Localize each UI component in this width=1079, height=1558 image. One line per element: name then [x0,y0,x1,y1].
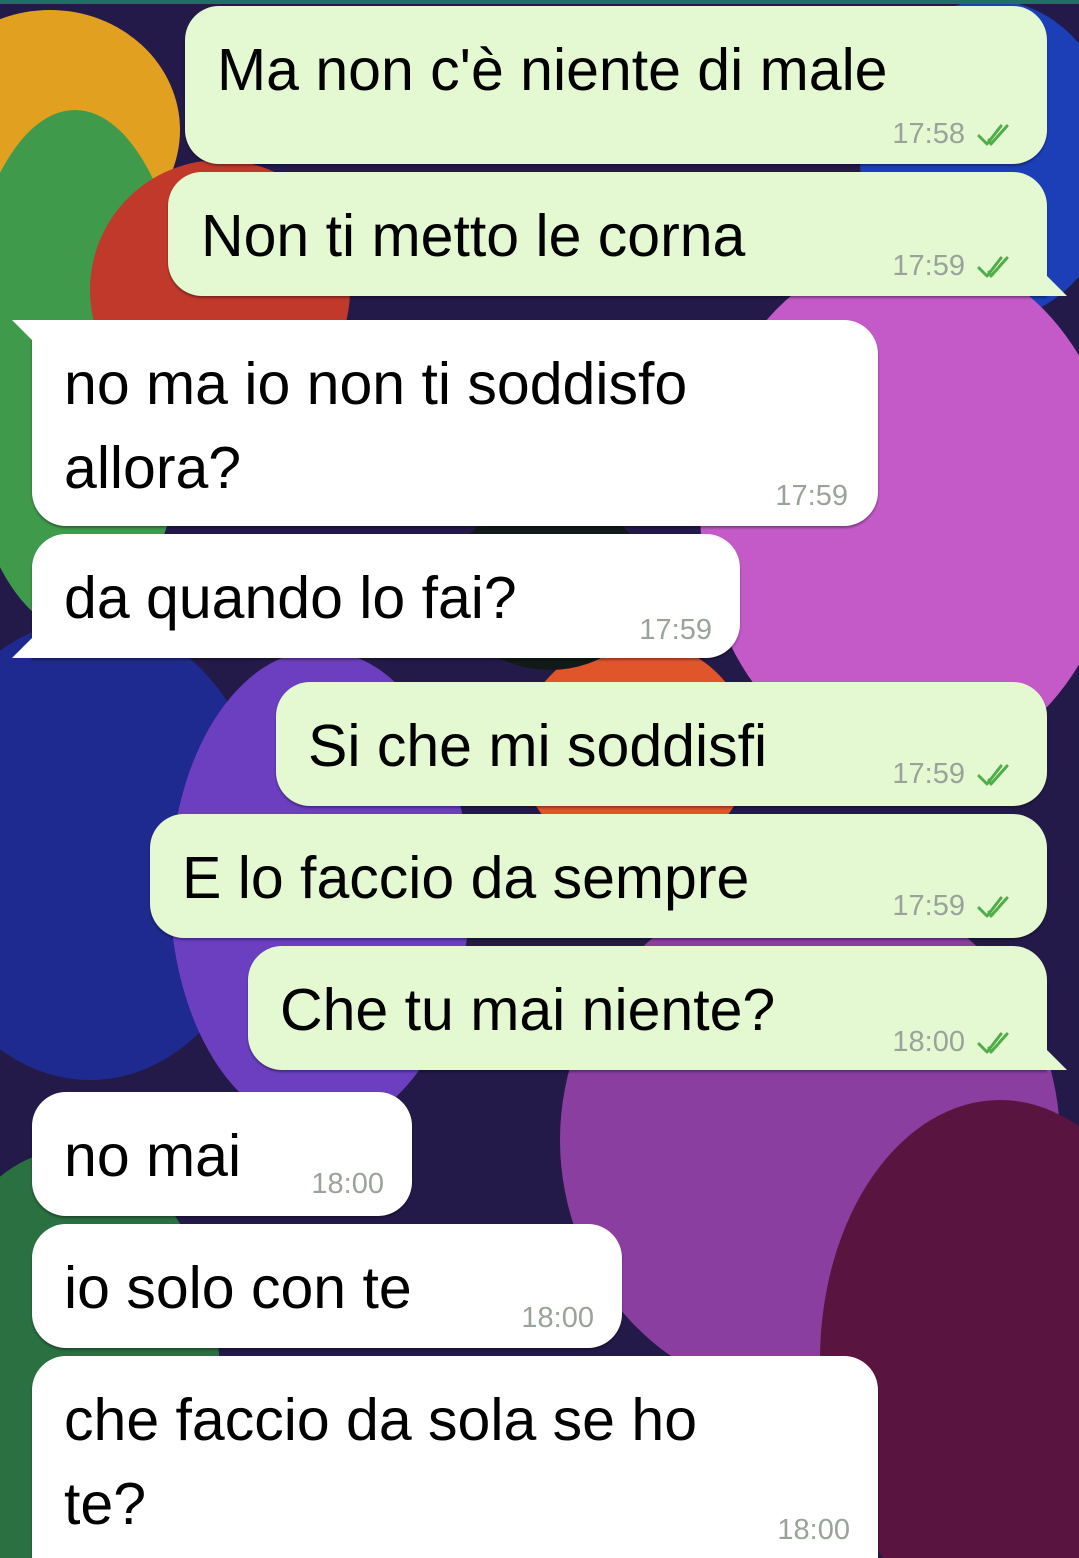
message-text: io solo con te [64,1255,412,1321]
message-bubble-outgoing[interactable]: Che tu mai niente? 18:00 [248,946,1047,1070]
header-edge [0,0,1079,4]
message-bubble-outgoing[interactable]: Ma non c'è niente di male 17:58 [185,6,1047,164]
message-time: 17:59 [892,250,965,282]
message-meta: 18:00 [777,1514,850,1547]
message-text: no ma io non ti soddisfo allora? [64,351,688,501]
message-text: Non ti metto le corna [201,203,746,269]
message-time: 17:59 [639,614,712,646]
message-text: Si che mi soddisfi [308,713,768,779]
double-check-icon [977,256,1009,277]
message-bubble-outgoing[interactable]: Non ti metto le corna 17:59 [168,172,1047,296]
message-text: che faccio da sola se ho te? [64,1387,698,1537]
bubble-tail [1045,1048,1067,1070]
message-text: no mai [64,1123,242,1189]
double-check-icon [977,764,1009,785]
message-meta: 17:59 [892,250,1023,283]
message-text: Ma non c'è niente di male [217,37,888,103]
message-meta: 18:00 [311,1168,384,1201]
message-time: 17:59 [775,480,848,512]
message-bubble-outgoing[interactable]: Si che mi soddisfi 17:59 [276,682,1047,806]
message-time: 18:00 [892,1026,965,1058]
message-time: 18:00 [311,1168,384,1200]
message-bubble-incoming[interactable]: da quando lo fai? 17:59 [32,534,740,658]
message-time: 17:58 [892,118,965,150]
bubble-tail [12,320,34,342]
message-bubble-incoming[interactable]: io solo con te 18:00 [32,1224,622,1348]
message-meta: 17:59 [775,480,848,513]
message-meta: 17:59 [892,890,1023,923]
double-check-icon [977,1032,1009,1053]
message-meta: 18:00 [521,1302,594,1335]
message-time: 18:00 [777,1514,850,1546]
message-meta: 17:59 [892,758,1023,791]
message-bubble-incoming[interactable]: no mai 18:00 [32,1092,412,1216]
double-check-icon [977,124,1009,145]
message-meta: 17:59 [639,614,712,647]
bubble-tail [12,636,34,658]
message-meta: 17:58 [892,118,1023,151]
message-time: 17:59 [892,890,965,922]
message-time: 18:00 [521,1302,594,1334]
message-bubble-incoming[interactable]: no ma io non ti soddisfo allora? 17:59 [32,320,878,526]
message-bubble-incoming[interactable]: che faccio da sola se ho te? 18:00 [32,1356,878,1558]
message-text: E lo faccio da sempre [182,845,750,911]
message-bubble-outgoing[interactable]: E lo faccio da sempre 17:59 [150,814,1047,938]
message-text: da quando lo fai? [64,565,517,631]
message-text: Che tu mai niente? [280,977,776,1043]
bubble-tail [1045,274,1067,296]
message-time: 17:59 [892,758,965,790]
double-check-icon [977,896,1009,917]
message-meta: 18:00 [892,1026,1023,1059]
